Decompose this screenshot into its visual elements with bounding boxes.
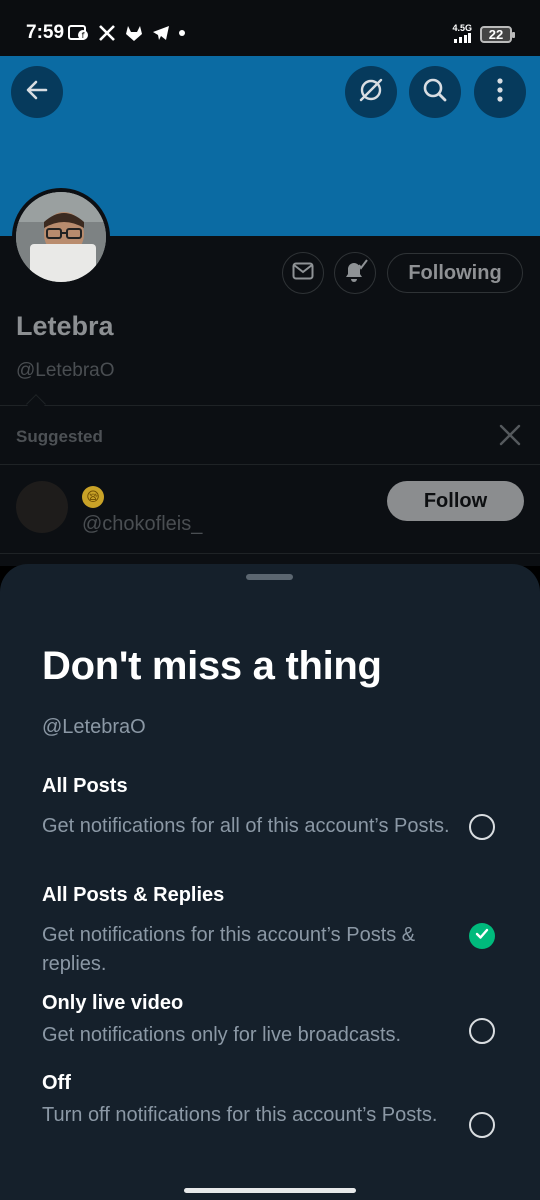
- radio-button-selected[interactable]: [469, 923, 495, 949]
- checkmark-icon: [475, 927, 489, 945]
- option-title: All Posts: [42, 775, 128, 797]
- suggested-user-handle: @chokofleis_: [82, 513, 203, 535]
- option-description: Get notifications for this account’s Pos…: [42, 924, 416, 975]
- option-all-posts[interactable]: All Posts Get notifications for all of t…: [0, 772, 540, 872]
- suggested-label: Suggested: [16, 427, 103, 446]
- photo-icon: f: [68, 24, 90, 42]
- profile-name: Letebra: [16, 311, 114, 341]
- battery-indicator: 22: [480, 26, 515, 43]
- option-description: Turn off notifications for this account’…: [42, 1104, 438, 1126]
- sheet-handle: @LetebraO: [42, 716, 146, 738]
- option-title: All Posts & Replies: [42, 884, 225, 906]
- search-icon: [421, 76, 449, 109]
- sheet-title: Don't miss a thing: [42, 644, 382, 688]
- close-suggested-button[interactable]: [498, 423, 522, 447]
- search-button[interactable]: [409, 66, 461, 118]
- option-description: Get notifications only for live broadcas…: [42, 1024, 402, 1046]
- notification-icons: f: [68, 24, 186, 42]
- no-satellite-icon: [357, 76, 385, 109]
- option-description: Get notifications for all of this accoun…: [42, 815, 450, 837]
- option-all-posts-replies[interactable]: All Posts & Replies Get notifications fo…: [0, 881, 540, 981]
- more-button[interactable]: [474, 66, 526, 118]
- message-icon: [292, 262, 314, 285]
- back-button[interactable]: [11, 66, 63, 118]
- sheet-grab-handle[interactable]: [246, 574, 293, 580]
- network-indicator: 4.5G: [452, 24, 472, 45]
- telegram-icon: [152, 24, 170, 42]
- status-bar: 7:59 f 4.5G 22: [0, 0, 540, 56]
- divider: [0, 405, 540, 406]
- home-indicator[interactable]: [184, 1188, 356, 1193]
- notifications-button[interactable]: [334, 252, 376, 294]
- svg-text:f: f: [82, 31, 85, 40]
- grok-button[interactable]: [345, 66, 397, 118]
- back-arrow-icon: [24, 77, 50, 108]
- system-status: 4.5G 22: [452, 24, 515, 45]
- close-icon: [498, 424, 522, 451]
- follow-button[interactable]: Follow: [387, 481, 524, 521]
- following-button[interactable]: Following: [387, 253, 523, 293]
- profile-handle: @LetebraO: [16, 360, 115, 381]
- divider: [0, 553, 540, 554]
- option-off[interactable]: Off Turn off notifications for this acco…: [0, 1069, 540, 1169]
- suggested-user-name: 😪: [82, 486, 104, 508]
- option-only-live-video[interactable]: Only live video Get notifications only f…: [0, 990, 540, 1060]
- gitlab-icon: [124, 24, 144, 42]
- message-button[interactable]: [282, 252, 324, 294]
- radio-button[interactable]: [469, 1112, 495, 1138]
- radio-button[interactable]: [469, 814, 495, 840]
- status-time: 7:59: [26, 22, 65, 43]
- radio-button[interactable]: [469, 1018, 495, 1044]
- divider: [0, 464, 540, 465]
- notification-settings-sheet: Don't miss a thing @LetebraO All Posts G…: [0, 564, 540, 1200]
- option-title: Off: [42, 1072, 71, 1094]
- suggested-user-avatar[interactable]: [16, 481, 68, 533]
- dot-icon: [178, 29, 186, 37]
- avatar[interactable]: [12, 188, 110, 286]
- option-title: Only live video: [42, 992, 184, 1014]
- more-vertical-icon: [496, 77, 504, 108]
- x-logo-icon: [98, 24, 116, 42]
- bell-subscribed-icon: [342, 258, 368, 288]
